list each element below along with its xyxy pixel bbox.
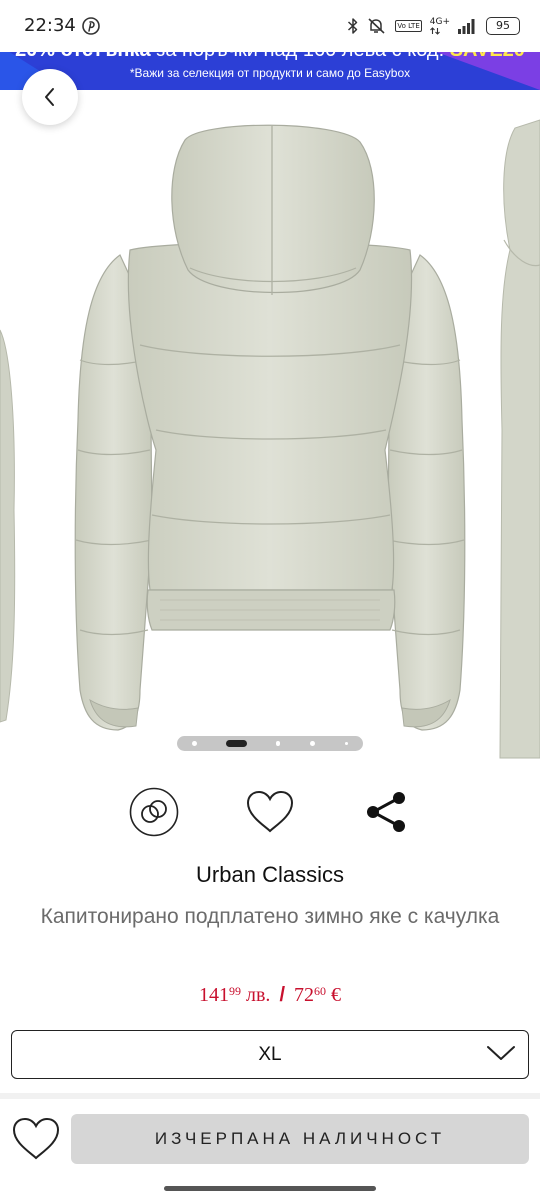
product-image [0, 119, 540, 759]
brand-name[interactable]: Urban Classics [0, 862, 540, 888]
chevron-down-icon [487, 1046, 515, 1060]
mute-icon [368, 18, 385, 34]
wishlist-bottom-button[interactable] [10, 1114, 62, 1164]
price-separator: / [279, 984, 285, 1006]
status-time: 22:34 [24, 15, 76, 36]
promo-banner[interactable]: 20% отстъпка за поръчки над 160 лева с к… [0, 46, 540, 90]
share-button[interactable] [360, 786, 412, 838]
status-bar: 22:34 Vo LTE 4G+ 95 [0, 0, 540, 52]
price-eur-currency: € [331, 984, 341, 1006]
out-of-stock-button[interactable]: ИЗЧЕРПАНА НАЛИЧНОСТ [71, 1114, 529, 1164]
share-icon [367, 792, 405, 832]
section-divider [0, 1093, 540, 1099]
back-button[interactable] [22, 69, 78, 125]
product-title: Капитонирано подплатено зимно яке с качу… [40, 905, 500, 928]
compare-rings-icon [129, 787, 179, 837]
network-label: 4G+ [429, 16, 450, 27]
carousel-dot[interactable] [310, 741, 316, 746]
promo-subline: *Важи за селекция от продукти и само до … [129, 66, 411, 80]
carousel-dot[interactable] [275, 741, 281, 746]
size-select[interactable]: XL [11, 1030, 529, 1079]
heart-outline-icon [12, 1117, 60, 1160]
bluetooth-icon [348, 18, 358, 34]
product-image-gallery[interactable] [0, 90, 540, 760]
signal-icon [458, 19, 475, 34]
compare-button[interactable] [128, 786, 180, 838]
wishlist-button[interactable] [244, 786, 296, 838]
price-eur-cents: 60 [314, 984, 326, 998]
home-indicator[interactable] [164, 1186, 376, 1191]
carousel-dot[interactable] [345, 742, 348, 745]
size-selected-value: XL [258, 1044, 282, 1065]
status-icons: Vo LTE 4G+ 95 [347, 14, 520, 38]
product-price: 14199 лв. / 7260 € [0, 984, 540, 1007]
carousel-dot[interactable] [192, 741, 197, 746]
carousel-indicator[interactable] [177, 736, 363, 751]
network-indicator: 4G+ [429, 16, 450, 35]
data-arrows-icon [429, 26, 440, 35]
carousel-dot-active[interactable] [225, 740, 247, 747]
price-bgn-cents: 99 [229, 984, 241, 998]
chevron-left-icon [45, 88, 54, 106]
heart-outline-icon [246, 790, 294, 833]
price-bgn-currency: лв. [246, 984, 271, 1006]
pinterest-icon [82, 17, 100, 35]
volte-badge: Vo LTE [395, 20, 422, 32]
price-bgn-main: 141 [199, 984, 229, 1006]
battery-indicator: 95 [486, 17, 520, 35]
price-eur-main: 72 [294, 984, 314, 1006]
